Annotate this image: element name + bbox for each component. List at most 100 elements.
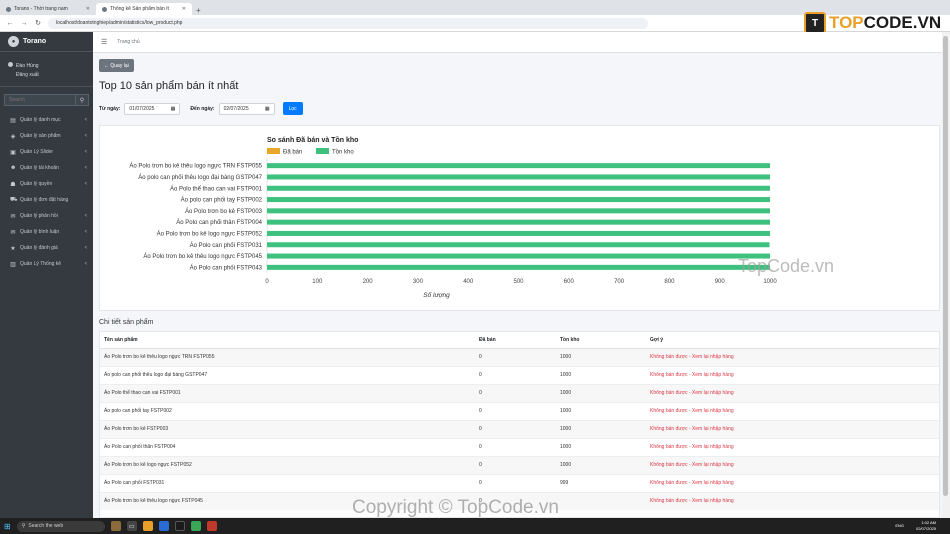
brand-logo-icon: ● — [8, 36, 19, 47]
chrome-icon[interactable] — [190, 521, 201, 531]
slider-icon: ▣ — [10, 149, 16, 156]
taskbar-search[interactable]: ⚲ Search the web — [16, 520, 105, 532]
table-cell: 0 — [475, 455, 556, 474]
close-tab-icon[interactable]: ✕ — [86, 6, 90, 12]
brand[interactable]: ● Torano — [0, 32, 93, 52]
table-cell: 1000 — [556, 437, 646, 456]
sidebar-item-label: Quản lý bình luận — [20, 229, 60, 235]
calendar-icon[interactable]: ▦ — [171, 106, 176, 112]
system-clock[interactable]: 1:02 AM 02/07/2025 — [916, 520, 936, 532]
table-cell: Áo Polo thể thao can vai FSTP001 — [100, 383, 475, 402]
vscode-icon[interactable] — [158, 521, 169, 531]
from-date-input[interactable]: 01/07/2025 ▦ — [124, 102, 181, 115]
sidebar-item[interactable]: ◈ Quản lý sản phẩm ‹ — [0, 128, 93, 144]
browser-tab-statistics[interactable]: Thống kê Sản phẩm bán ít ✕ — [96, 3, 192, 15]
chart-card: So sánh Đã bán và Tồn kho Đã bán Tồn kho Áo… — [99, 125, 940, 311]
language-indicator[interactable]: ENG — [895, 523, 904, 528]
sidebar-item[interactable]: ▣ Quản Lý Slider ‹ — [0, 144, 93, 160]
chevron-left-icon: ‹ — [85, 181, 87, 187]
sidebar-search-input[interactable] — [4, 94, 76, 106]
category-label: Áo Polo trơn bo kẻ thêu logo ngực FSTP04… — [143, 253, 262, 260]
chart-title: So sánh Đã bán và Tồn kho — [267, 135, 358, 144]
home-link[interactable]: Trang chủ — [117, 39, 139, 45]
url-field[interactable]: localhost/doantotnghiep/admin/statistics… — [48, 17, 648, 29]
file-explorer-icon[interactable] — [142, 521, 153, 531]
table-cell: Không bán được - Xem lại nhập hàng — [646, 437, 939, 456]
top-navbar: ☰ Trang chủ — [93, 32, 950, 53]
back-button[interactable]: ← Quay lại — [99, 59, 134, 72]
sidebar-item[interactable]: ⛟ Quản lý đơn đặt hàng — [0, 192, 93, 208]
user-icon — [8, 62, 13, 67]
product-table-card: Tên sản phẩm Đã bán Tồn kho Gợi ý Áo Pol… — [99, 331, 940, 518]
legend-label: Tồn kho — [332, 150, 354, 156]
favicon-icon — [102, 6, 107, 12]
sidebar-item-label: Quản lý quyền — [20, 181, 53, 187]
table-cell: Áo polo can phối thêu logo đại bàng GSTP… — [100, 365, 475, 384]
terminal-icon[interactable] — [174, 521, 185, 531]
forward-arrow-icon[interactable]: → — [20, 20, 28, 27]
taskbar: ⊞ ⚲ Search the web ▭ ENG 1:02 AM 02/07/2… — [0, 518, 950, 534]
user-name[interactable]: Đào Hùng — [16, 63, 39, 69]
table-cell: Không bán được - Xem lại nhập hàng — [646, 365, 939, 384]
x-axis-label: Số lượng — [423, 291, 450, 299]
sidebar-item[interactable]: ✉ Quản lý phản hồi ‹ — [0, 208, 93, 224]
x-tick-label: 300 — [413, 279, 424, 285]
scrollbar[interactable] — [942, 32, 950, 518]
clock-date: 02/07/2025 — [915, 526, 936, 531]
reload-icon[interactable]: ↻ — [34, 19, 42, 27]
table-cell: Không bán được - Xem lại nhập hàng — [646, 347, 939, 366]
table-cell: 1000 — [556, 401, 646, 420]
column-header: Đã bán — [475, 332, 556, 349]
bar-stock — [267, 219, 770, 225]
bar-stock — [267, 163, 770, 169]
x-tick-label: 400 — [463, 279, 474, 285]
detail-title: Chi tiết sản phẩm — [99, 319, 154, 326]
hamburger-menu-icon[interactable]: ☰ — [101, 38, 107, 46]
logout-link[interactable]: Đăng xuất — [16, 72, 39, 78]
sidebar-item-label: Quản lý phản hồi — [20, 213, 58, 219]
filter-button[interactable]: Lọc — [282, 102, 303, 115]
search-icon: ⚲ — [21, 523, 26, 529]
calendar-icon[interactable]: ▦ — [265, 106, 270, 112]
tab-label: Torano - Thời trang nam — [14, 6, 68, 12]
category-label: Áo Polo trơn bo kẻ FSTP003 — [185, 208, 263, 215]
bar-stock — [267, 174, 770, 180]
date-filter: Từ ngày: 01/07/2025 ▦ Đến ngày: 02/07/20… — [99, 102, 303, 115]
table-cell: 0 — [475, 383, 556, 402]
sidebar-item[interactable]: ✉ Quản lý bình luận ‹ — [0, 224, 93, 240]
search-icon[interactable]: ⚲ — [76, 94, 89, 106]
x-tick-label: 200 — [363, 279, 374, 285]
back-arrow-icon[interactable]: ← — [6, 20, 14, 27]
sidebar-item[interactable]: ☗ Quản lý quyền ‹ — [0, 176, 93, 192]
column-header: Tồn kho — [556, 332, 646, 349]
new-tab-button[interactable]: + — [192, 6, 205, 15]
chevron-left-icon: ‹ — [85, 261, 87, 267]
star-icon: ★ — [10, 245, 16, 252]
list-icon: ▤ — [10, 117, 16, 124]
sidebar-item[interactable]: ▥ Quản Lý Thống kê ‹ — [0, 256, 93, 272]
widget-icon[interactable] — [110, 521, 121, 531]
category-label: Áo Polo can phối FSTP031 — [190, 242, 263, 249]
app-icon[interactable] — [206, 521, 217, 531]
sidebar-item[interactable]: ☻ Quản lý tài khoản ‹ — [0, 160, 93, 176]
category-label: Áo polo can phối thêu logo đại bàng GSTP… — [138, 174, 262, 181]
chevron-left-icon: ‹ — [85, 213, 87, 219]
table-row: Áo Polo trơn bo kẻ logo ngực FSTP052 0 100… — [100, 455, 939, 474]
user-shield-icon: ☗ — [10, 181, 16, 188]
watermark-text: TopCode.vn — [738, 256, 835, 276]
close-tab-icon[interactable]: ✕ — [182, 6, 186, 12]
task-view-icon[interactable]: ▭ — [126, 521, 137, 531]
table-row: Áo Polo trơn bo kẻ thêu logo ngực TRN FS… — [100, 347, 939, 366]
browser-tab-home[interactable]: Torano - Thời trang nam ✕ — [0, 3, 96, 15]
to-date-input[interactable]: 02/07/2025 ▦ — [218, 102, 275, 115]
scrollbar-thumb[interactable] — [943, 36, 948, 496]
windows-start-icon[interactable]: ⊞ — [4, 522, 11, 531]
sidebar-item[interactable]: ▤ Quản lý danh mục ‹ — [0, 112, 93, 128]
sidebar-item[interactable]: ★ Quản lý đánh giá ‹ — [0, 240, 93, 256]
table-cell: Không bán được - Xem lại nhập hàng — [646, 419, 939, 438]
sidebar-item-label: Quản lý đơn đặt hàng — [20, 197, 69, 203]
comments-icon: ✉ — [10, 229, 16, 236]
watermark-logo-text: TOPCODE.VN — [829, 13, 942, 32]
sidebar-menu: ▤ Quản lý danh mục ‹ ◈ Quản lý sản phẩm ‹ ▣ Quả… — [0, 112, 93, 272]
sidebar: ● Torano Đào Hùng Đăng xuất ⚲ ▤ Quản lý d… — [0, 32, 93, 518]
